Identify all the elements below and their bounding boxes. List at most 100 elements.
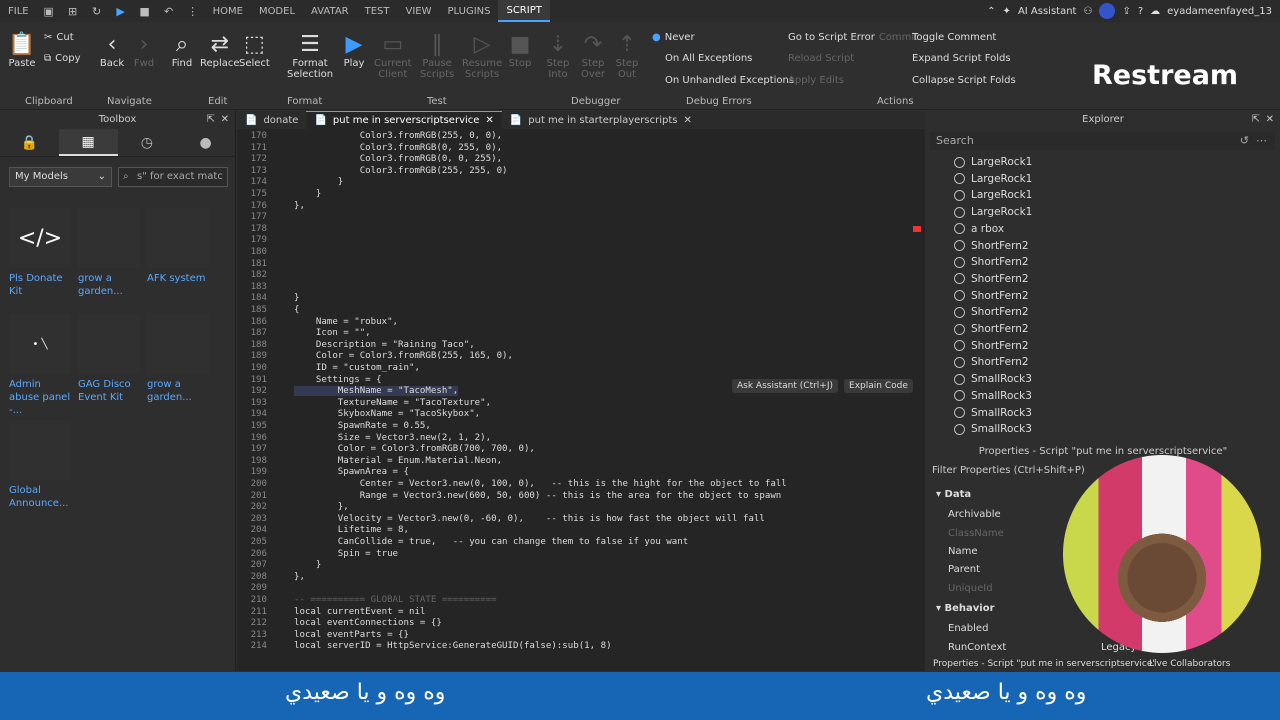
code-line[interactable]: SkyboxName = "TacoSkybox", [294, 409, 480, 419]
code-line[interactable]: }, [294, 201, 305, 211]
code-line[interactable]: MeshName = "TacoMesh", [294, 386, 459, 397]
code-line[interactable]: Color = Color3.fromRGB(700, 700, 0), [294, 444, 535, 454]
code-line[interactable]: Color3.fromRGB(255, 255, 0) [294, 166, 508, 176]
code-line[interactable]: Velocity = Vector3.new(0, -60, 0), -- th… [294, 514, 765, 524]
tab-donate[interactable]: 📄 donate [237, 111, 306, 129]
menu-plugins[interactable]: PLUGINS [440, 0, 499, 22]
code-line[interactable]: } [294, 293, 299, 303]
explain-code-button[interactable]: Explain Code [844, 379, 913, 393]
code-line[interactable]: ID = "custom_rain", [294, 363, 420, 373]
close-icon[interactable]: ✕ [1266, 111, 1274, 129]
code-line[interactable]: Size = Vector3.new(2, 1, 2), [294, 433, 491, 443]
ai-assistant-button[interactable]: AI Assistant [1018, 6, 1077, 17]
code-line[interactable]: local eventParts = {} [294, 630, 409, 640]
explorer-row[interactable]: ShortFern2 [954, 271, 1029, 287]
close-icon[interactable]: ✕ [485, 115, 493, 126]
explorer-row[interactable]: LargeRock1 [954, 154, 1032, 170]
collapse-folds-button[interactable]: Collapse Script Folds [912, 75, 1016, 86]
code-line[interactable]: Settings = { [294, 375, 382, 385]
tab-marketplace[interactable]: 🔒 [0, 129, 59, 156]
code-line[interactable]: SpawnRate = 0.55, [294, 421, 431, 431]
menu-test[interactable]: TEST [357, 0, 398, 22]
prop-enabled[interactable]: Enabled [948, 623, 988, 634]
reload-script-button[interactable]: Reload Script [788, 53, 854, 64]
select-button[interactable]: ⬚ Select [239, 30, 270, 70]
collab-icon[interactable]: ⚇ [1083, 6, 1092, 17]
toolbox-item[interactable]: grow a garden... [147, 314, 211, 404]
code-line[interactable]: }, [294, 572, 305, 582]
code-line[interactable]: local eventConnections = {} [294, 618, 442, 628]
explorer-row[interactable]: SmallRock3 [954, 405, 1032, 421]
explorer-row[interactable]: SmallRock3 [954, 371, 1032, 387]
toolbox-item[interactable]: </> Pls Donate Kit [9, 208, 73, 298]
status-live-collaborators[interactable]: Live Collaborators [1149, 659, 1230, 669]
code-line[interactable]: } [294, 560, 321, 570]
undo-icon[interactable]: ↶ [162, 4, 176, 18]
find-button[interactable]: ⌕ Find [168, 30, 196, 70]
code-line[interactable]: Material = Enum.Material.Neon, [294, 456, 502, 466]
code-area[interactable]: 170 Color3.fromRGB(255, 0, 0), 171 Color3… [237, 131, 911, 661]
menu-file[interactable]: FILE [0, 0, 37, 22]
category-dropdown[interactable]: My Models ⌄ [9, 167, 112, 187]
avatar[interactable] [1099, 3, 1116, 19]
code-line[interactable]: Description = "Raining Taco", [294, 340, 475, 350]
code-line[interactable]: Spin = true [294, 549, 398, 559]
back-button[interactable]: ‹ Back [98, 30, 126, 70]
code-line[interactable]: Color = Color3.fromRGB(255, 165, 0), [294, 351, 513, 361]
code-line[interactable]: local serverID = HttpService:GenerateGUI… [294, 641, 612, 651]
stop-icon[interactable]: ■ [138, 4, 152, 18]
more-icon[interactable]: ⋮ [186, 4, 200, 18]
share-icon[interactable]: ⇪ [1122, 6, 1130, 17]
code-line[interactable]: }, [294, 502, 349, 512]
more-icon[interactable]: ⋯ [1256, 132, 1267, 150]
code-line[interactable]: } [294, 189, 321, 199]
explorer-row[interactable]: LargeRock1 [954, 204, 1032, 220]
help-icon[interactable]: ? [1138, 6, 1143, 17]
menu-avatar[interactable]: AVATAR [303, 0, 357, 22]
explorer-row[interactable]: SmallRock3 [954, 388, 1032, 404]
prop-archivable[interactable]: Archivable [948, 509, 1001, 520]
resume-scripts-button[interactable]: ▷ Resume Scripts [462, 30, 502, 81]
explorer-row[interactable]: ShortFern2 [954, 321, 1029, 337]
explorer-row[interactable]: ShortFern2 [954, 238, 1029, 254]
explorer-row[interactable]: ShortFern2 [954, 304, 1029, 320]
code-line[interactable]: Range = Vector3.new(600, 50, 600) -- thi… [294, 491, 782, 501]
dock-icon[interactable]: ⇱ [207, 111, 215, 129]
explorer-row[interactable]: a rbox [954, 221, 1004, 237]
publish-icon[interactable]: ⊞ [66, 4, 80, 18]
explorer-row[interactable]: ShortFern2 [954, 288, 1029, 304]
stop-button[interactable]: ■ Stop [506, 30, 534, 70]
explorer-search-input[interactable]: Search ↺ ⋯ [930, 132, 1275, 150]
toolbox-item[interactable]: AFK system [147, 208, 211, 285]
code-line[interactable]: Center = Vector3.new(0, 100, 0), -- this… [294, 479, 787, 489]
explorer-row[interactable]: LargeRock1 [954, 171, 1032, 187]
code-line[interactable]: Icon = "", [294, 328, 371, 338]
cloud-icon[interactable]: ☁ [1150, 6, 1160, 17]
pause-scripts-button[interactable]: ‖ Pause Scripts [420, 30, 454, 81]
paste-button[interactable]: 📋 Paste [8, 30, 36, 70]
cut-button[interactable]: ✂ Cut [44, 32, 74, 43]
expand-folds-button[interactable]: Expand Script Folds [912, 53, 1011, 64]
section-data[interactable]: ▾ Data [936, 489, 971, 500]
toolbox-item[interactable]: • ╲ Admin abuse panel -... [9, 314, 73, 417]
copy-button[interactable]: ⧉ Copy [44, 53, 81, 64]
code-line[interactable]: Color3.fromRGB(0, 0, 255), [294, 154, 502, 164]
code-line[interactable]: Color3.fromRGB(255, 0, 0), [294, 131, 502, 141]
username[interactable]: eyadameenfayed_13 [1167, 6, 1272, 17]
menu-model[interactable]: MODEL [251, 0, 303, 22]
current-client-button[interactable]: ▭ Current Client [374, 30, 412, 81]
filter-properties-input[interactable]: Filter Properties (Ctrl+Shift+P) [932, 465, 1085, 476]
prop-runcontext[interactable]: RunContext [948, 642, 1006, 653]
step-out-button[interactable]: ⇡ Step Out [613, 30, 641, 81]
code-line[interactable]: -- ========== GLOBAL STATE ========== [294, 595, 497, 605]
menu-view[interactable]: VIEW [398, 0, 440, 22]
history-icon[interactable]: ↺ [1240, 132, 1249, 150]
tab-creations[interactable]: ● [176, 129, 235, 156]
tab-starterplayerscripts[interactable]: 📄 put me in starterplayerscripts ✕ [502, 111, 700, 129]
code-line[interactable]: Name = "robux", [294, 317, 398, 327]
toolbox-search-input[interactable]: ⌕ s" for exact matc [118, 167, 228, 187]
prop-name[interactable]: Name [948, 546, 978, 557]
ask-assistant-button[interactable]: Ask Assistant (Ctrl+J) [732, 379, 839, 393]
format-selection-button[interactable]: ☰ Format Selection [287, 30, 333, 81]
step-over-button[interactable]: ↷ Step Over [579, 30, 607, 81]
